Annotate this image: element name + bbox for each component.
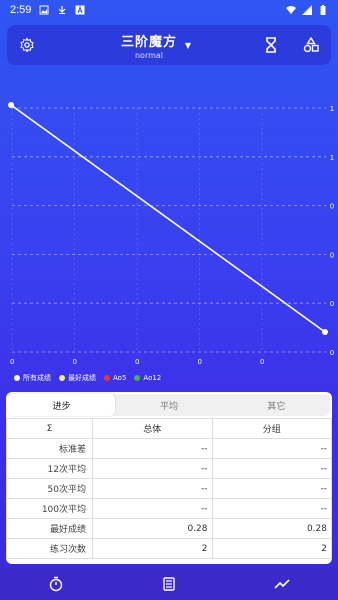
legend-label: Ao5 [113,374,127,382]
y-tick-label: 0 [330,251,334,259]
row-total: 0.28 [92,518,213,539]
tab-average[interactable]: 平均 [115,394,222,416]
row-label: 12次平均 [6,458,93,479]
status-time: 2:59 [10,4,32,16]
stats-table: Σ 总体 分组 标准差 -- -- 12次平均 -- -- 50次平均 -- -… [6,418,332,559]
x-tick-label: 0 [260,358,265,366]
nav-timer-button[interactable] [36,568,76,600]
total-header: 总体 [92,418,213,439]
row-label: 100次平均 [6,498,93,519]
y-tick-label: 0 [330,203,334,211]
x-tick-label: 0 [72,358,77,366]
table-row: 100次平均 -- -- [6,498,332,519]
data-point[interactable] [322,329,328,335]
stopwatch-icon [50,576,63,592]
tab-other[interactable]: 其它 [223,394,330,416]
timer-mode-button[interactable] [251,25,291,65]
group-header: 分组 [211,418,332,439]
gear-icon [20,37,34,53]
legend-label: Ao12 [143,374,162,382]
progress-chart: 1 1 0 0 0 0 [0,80,338,370]
trend-icon [274,579,290,589]
puzzle-selector[interactable]: 三阶魔方 normal ▼ [47,31,251,60]
page-subtitle: normal [134,50,164,60]
hourglass-icon [266,37,276,53]
chart-legend: 所有成绩 最好成绩 Ao5 Ao12 [14,373,161,383]
puzzle-type-button[interactable] [291,25,331,65]
signal-icon [302,5,312,15]
chevron-down-icon: ▼ [184,40,191,50]
row-group: 0.28 [211,518,332,539]
legend-label: 最好成绩 [68,374,96,382]
tab-progress[interactable]: 进步 [8,394,116,416]
stats-tabs: 进步 平均 其它 [8,394,330,416]
table-row: 最好成绩 0.28 0.28 [6,518,332,539]
x-tick-label: 0 [135,358,140,366]
row-total: -- [92,478,213,499]
y-tick-label: 0 [330,349,334,357]
row-label: 最好成绩 [6,518,93,539]
page-title: 三阶魔方 [120,34,177,50]
top-toolbar: 三阶魔方 normal ▼ [7,25,331,65]
download-icon [58,6,66,14]
list-icon [163,577,175,591]
row-total: -- [92,458,213,479]
y-tick-label: 0 [330,300,334,308]
settings-button[interactable] [7,25,47,65]
stats-panel: 进步 平均 其它 Σ 总体 分组 标准差 -- -- 12次平均 -- -- 5… [6,392,332,564]
legend-swatch [14,375,20,381]
nav-list-button[interactable] [149,568,189,600]
y-tick-label: 1 [330,105,334,113]
series-line [10,104,326,333]
legend-item[interactable]: 最好成绩 [59,373,96,383]
x-axis-ticks: 0 0 0 0 0 [0,358,338,370]
bottom-nav [0,568,338,600]
table-row: 50次平均 -- -- [6,478,332,499]
battery-icon [320,5,326,15]
app-a-icon [75,5,85,15]
legend-item[interactable]: 所有成绩 [14,373,51,383]
status-bar: 2:59 [0,0,338,20]
row-group: -- [211,498,332,519]
legend-swatch [104,375,110,381]
chart-svg: 1 1 0 0 0 0 [8,102,334,357]
wifi-icon [286,6,296,14]
data-point[interactable] [8,102,14,108]
x-tick-label: 0 [10,358,15,366]
table-row: 标准差 -- -- [6,438,332,459]
sigma-header: Σ [6,418,93,439]
legend-item[interactable]: Ao5 [104,374,126,382]
legend-swatch [134,375,141,381]
row-total: 2 [92,538,213,559]
legend-item[interactable]: Ao12 [134,374,161,382]
row-group: -- [211,458,332,479]
gallery-icon [39,5,49,15]
row-label: 标准差 [6,438,93,459]
row-group: 2 [211,538,332,559]
row-label: 练习次数 [6,538,93,559]
table-row: 练习次数 2 2 [6,538,332,559]
legend-label: 所有成绩 [23,374,51,382]
shapes-icon [303,37,319,53]
row-total: -- [92,498,213,519]
table-row: 12次平均 -- -- [6,458,332,479]
row-group: -- [211,478,332,499]
row-total: -- [92,438,213,459]
y-tick-label: 1 [330,154,334,162]
x-tick-label: 0 [197,358,202,366]
row-label: 50次平均 [6,478,93,499]
table-header-row: Σ 总体 分组 [6,418,332,439]
legend-swatch [59,375,65,381]
row-group: -- [211,438,332,459]
nav-stats-button[interactable] [262,568,302,600]
